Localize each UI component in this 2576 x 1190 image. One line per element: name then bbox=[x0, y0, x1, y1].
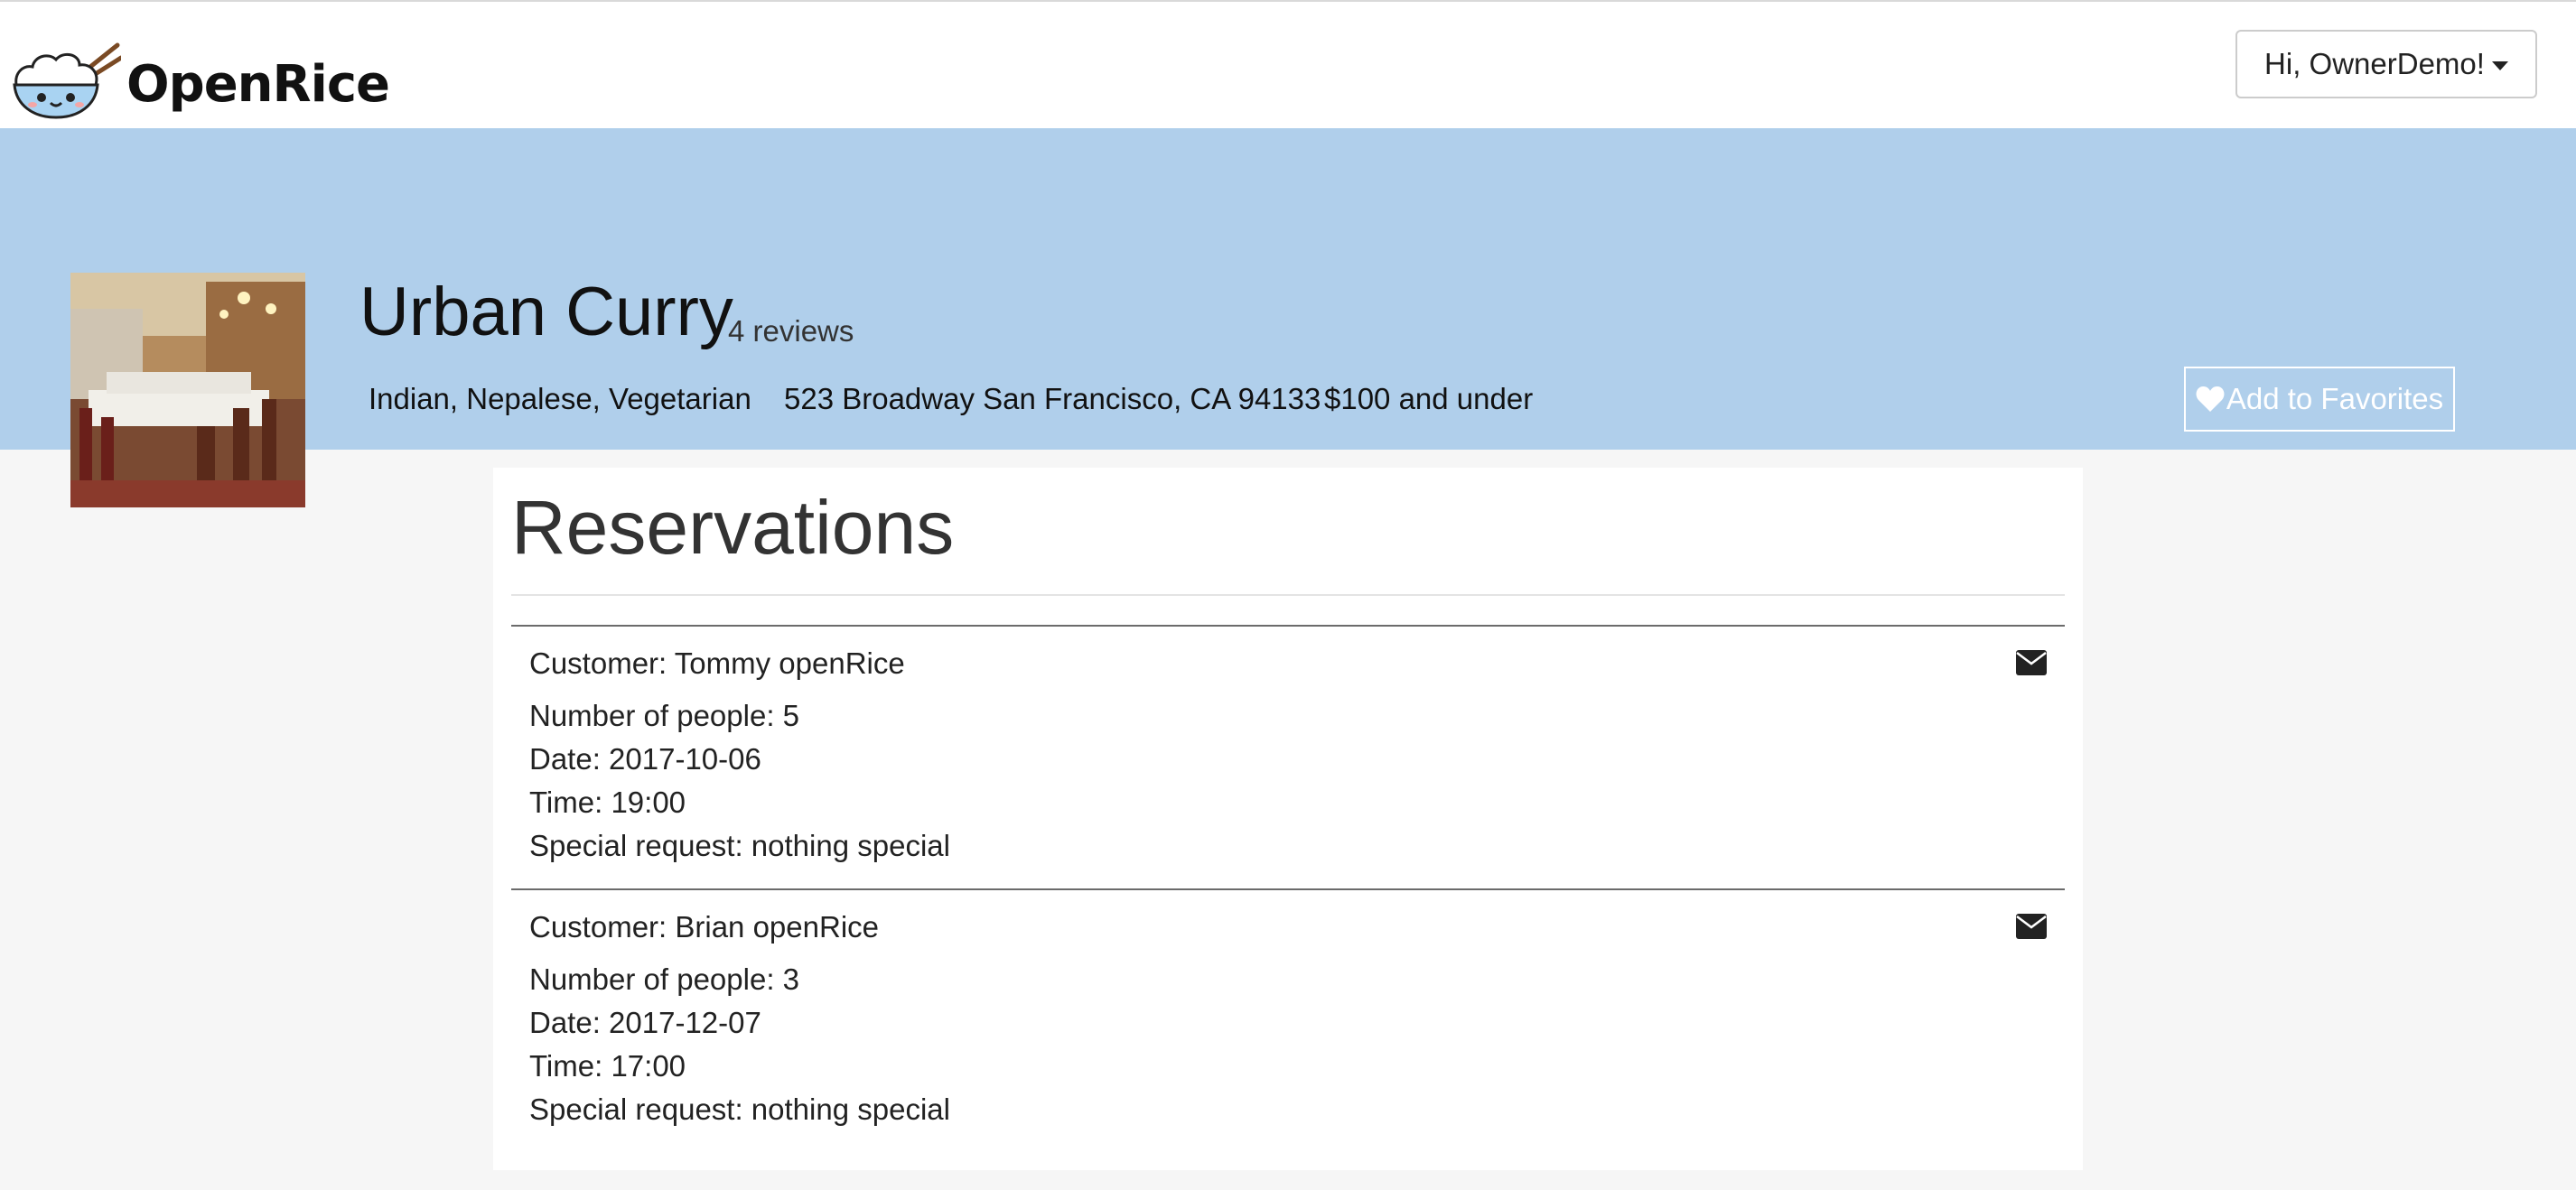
reservation-customer: Customer: Tommy openRice bbox=[529, 646, 905, 680]
reservation-item: Customer: Tommy openRice Number of peopl… bbox=[511, 625, 2065, 888]
reservation-customer: Customer: Brian openRice bbox=[529, 910, 880, 944]
reservations-title: Reservations bbox=[511, 485, 955, 570]
reservations-panel: Reservations Customer: Tommy openRice Nu… bbox=[493, 468, 2083, 1170]
reservation-time: Time: 19:00 bbox=[529, 786, 686, 819]
restaurant-photo bbox=[70, 273, 305, 507]
reservation-people: Number of people: 3 bbox=[529, 962, 800, 996]
reservation-item: Customer: Brian openRice Number of peopl… bbox=[511, 888, 2065, 1152]
reservation-special-request: Special request: nothing special bbox=[529, 829, 950, 862]
caret-down-icon bbox=[2491, 61, 2508, 70]
brand-link[interactable]: OpenRice bbox=[11, 38, 390, 121]
title-divider bbox=[511, 594, 2065, 596]
reservation-special-request: Special request: nothing special bbox=[529, 1092, 950, 1126]
reservation-people: Number of people: 5 bbox=[529, 699, 800, 732]
review-count-link[interactable]: 4 reviews bbox=[728, 314, 854, 349]
reservation-date: Date: 2017-10-06 bbox=[529, 742, 761, 776]
price-range: $100 and under bbox=[1324, 382, 1534, 415]
reservation-date: Date: 2017-12-07 bbox=[529, 1006, 761, 1039]
restaurant-name: Urban Curry bbox=[359, 274, 733, 350]
envelope-icon[interactable] bbox=[2016, 914, 2047, 939]
top-navbar: OpenRice Hi, OwnerDemo! bbox=[0, 0, 2576, 128]
user-menu-label: Hi, OwnerDemo! bbox=[2264, 47, 2485, 80]
rice-bowl-logo-icon bbox=[13, 42, 121, 119]
add-to-favorites-label: Add to Favorites bbox=[2226, 382, 2444, 415]
reservation-time: Time: 17:00 bbox=[529, 1049, 686, 1083]
brand-name: OpenRice bbox=[126, 54, 390, 114]
heart-icon bbox=[2196, 386, 2225, 412]
user-menu-dropdown[interactable]: Hi, OwnerDemo! bbox=[2235, 30, 2537, 98]
restaurant-address: 523 Broadway San Francisco, CA 94133 bbox=[784, 382, 1321, 415]
envelope-icon[interactable] bbox=[2016, 650, 2047, 675]
add-to-favorites-button[interactable]: Add to Favorites bbox=[2184, 367, 2455, 432]
cuisine-tags: Indian, Nepalese, Vegetarian bbox=[369, 382, 751, 415]
